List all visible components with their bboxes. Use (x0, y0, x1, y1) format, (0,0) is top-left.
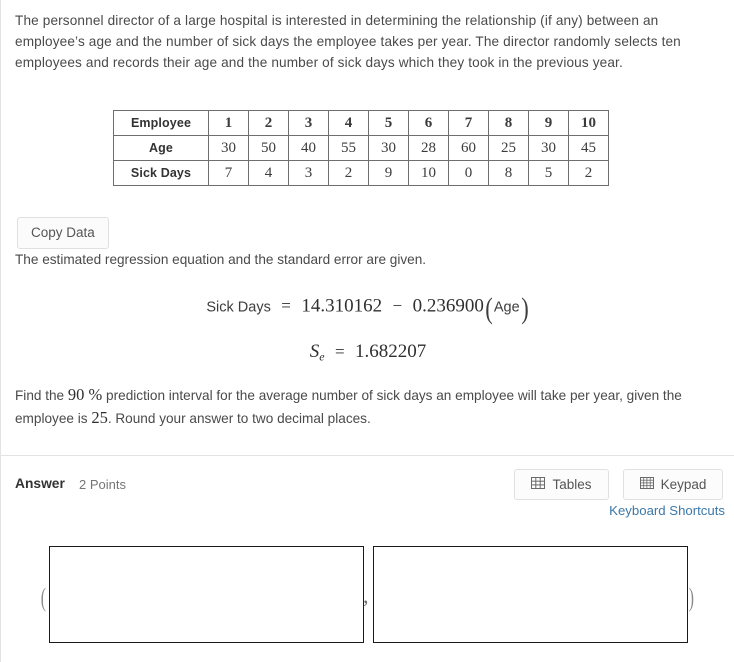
table-row-employee: Employee 1 2 3 4 5 6 7 8 9 10 (113, 110, 609, 136)
answer-label: Answer (15, 476, 65, 491)
equation-variable: Age (493, 299, 520, 316)
find-suffix: . Round your answer to two decimal place… (107, 411, 371, 426)
answer-interval-container: ( , ) (1, 546, 734, 646)
row-header-sick-days: Sick Days (113, 160, 209, 186)
copy-data-button[interactable]: Copy Data (17, 217, 109, 250)
table-cell: 45 (568, 135, 609, 161)
table-cell: 6 (408, 110, 449, 136)
table-cell: 7 (208, 160, 249, 186)
confidence-level-value: 90 % (67, 385, 103, 404)
equation-slope: 0.236900 (412, 295, 484, 317)
answer-upper-bound-input[interactable] (373, 546, 688, 643)
question-page: The personnel director of a large hospit… (0, 0, 734, 662)
table-cell: 2 (328, 160, 369, 186)
table-cell: 9 (368, 160, 409, 186)
table-cell: 40 (288, 135, 329, 161)
table-cell: 8 (488, 110, 529, 136)
regression-note-text: The estimated regression equation and th… (15, 252, 427, 267)
table-grid-icon (531, 476, 546, 493)
table-cell: 3 (288, 160, 329, 186)
table-cell: 3 (288, 110, 329, 136)
standard-error-equals: = (334, 342, 345, 361)
table-cell: 4 (328, 110, 369, 136)
find-prefix: Find the (15, 388, 68, 403)
table-cell: 30 (528, 135, 569, 161)
data-table-container: Employee 1 2 3 4 5 6 7 8 9 10 Age 30 50 … (113, 110, 609, 186)
standard-error-equation: Se = 1.682207 (1, 341, 734, 364)
tables-button-label: Tables (552, 477, 592, 492)
equation-open-paren: ( (485, 292, 493, 325)
keypad-button[interactable]: Keypad (623, 469, 723, 500)
table-cell: 9 (528, 110, 569, 136)
regression-equation: Sick Days = 14.310162 − 0.236900(Age) (1, 292, 734, 326)
table-cell: 28 (408, 135, 449, 161)
table-cell: 2 (248, 110, 289, 136)
question-prompt-container: The personnel director of a large hospit… (15, 10, 715, 73)
employee-data-table: Employee 1 2 3 4 5 6 7 8 9 10 Age 30 50 … (113, 110, 609, 186)
row-header-age: Age (113, 135, 209, 161)
table-cell: 4 (248, 160, 289, 186)
equation-close-paren: ) (520, 292, 529, 325)
table-row-sick-days: Sick Days 7 4 3 2 9 10 0 8 5 2 (113, 160, 609, 186)
table-cell: 5 (368, 110, 409, 136)
answer-section-divider (1, 455, 734, 456)
table-cell: 10 (408, 160, 449, 186)
interval-open-paren: ( (40, 583, 46, 612)
table-cell: 5 (528, 160, 569, 186)
table-cell: 0 (448, 160, 489, 186)
table-cell: 60 (448, 135, 489, 161)
table-cell: 8 (488, 160, 529, 186)
table-cell: 2 (568, 160, 609, 186)
points-label: 2 Points (79, 477, 126, 492)
find-question-text: Find the 90 % prediction interval for th… (15, 384, 705, 430)
answer-lower-bound-input[interactable] (49, 546, 364, 643)
given-age-value: 25 (91, 408, 108, 427)
table-cell: 25 (488, 135, 529, 161)
tables-button[interactable]: Tables (514, 469, 609, 500)
keypad-button-label: Keypad (660, 477, 707, 492)
question-prompt-text: The personnel director of a large hospit… (15, 13, 681, 70)
table-row-age: Age 30 50 40 55 30 28 60 25 30 45 (113, 135, 609, 161)
table-cell: 30 (208, 135, 249, 161)
interval-comma: , (363, 583, 369, 608)
equation-lhs: Sick Days (206, 299, 271, 316)
table-cell: 50 (248, 135, 289, 161)
table-cell: 7 (448, 110, 489, 136)
equation-operator: − (392, 296, 403, 316)
keyboard-shortcuts-link[interactable]: Keyboard Shortcuts (609, 503, 725, 518)
standard-error-subscript: e (319, 349, 325, 364)
table-cell: 1 (208, 110, 249, 136)
equation-equals: = (281, 296, 291, 316)
standard-error-symbol: S (309, 341, 320, 362)
keypad-grid-icon (639, 476, 654, 493)
table-cell: 10 (568, 110, 609, 136)
table-cell: 30 (368, 135, 409, 161)
standard-error-value: 1.682207 (355, 341, 427, 362)
interval-close-paren: ) (688, 583, 694, 612)
row-header-employee: Employee (113, 110, 209, 136)
table-cell: 55 (328, 135, 369, 161)
equation-intercept: 14.310162 (301, 295, 383, 317)
